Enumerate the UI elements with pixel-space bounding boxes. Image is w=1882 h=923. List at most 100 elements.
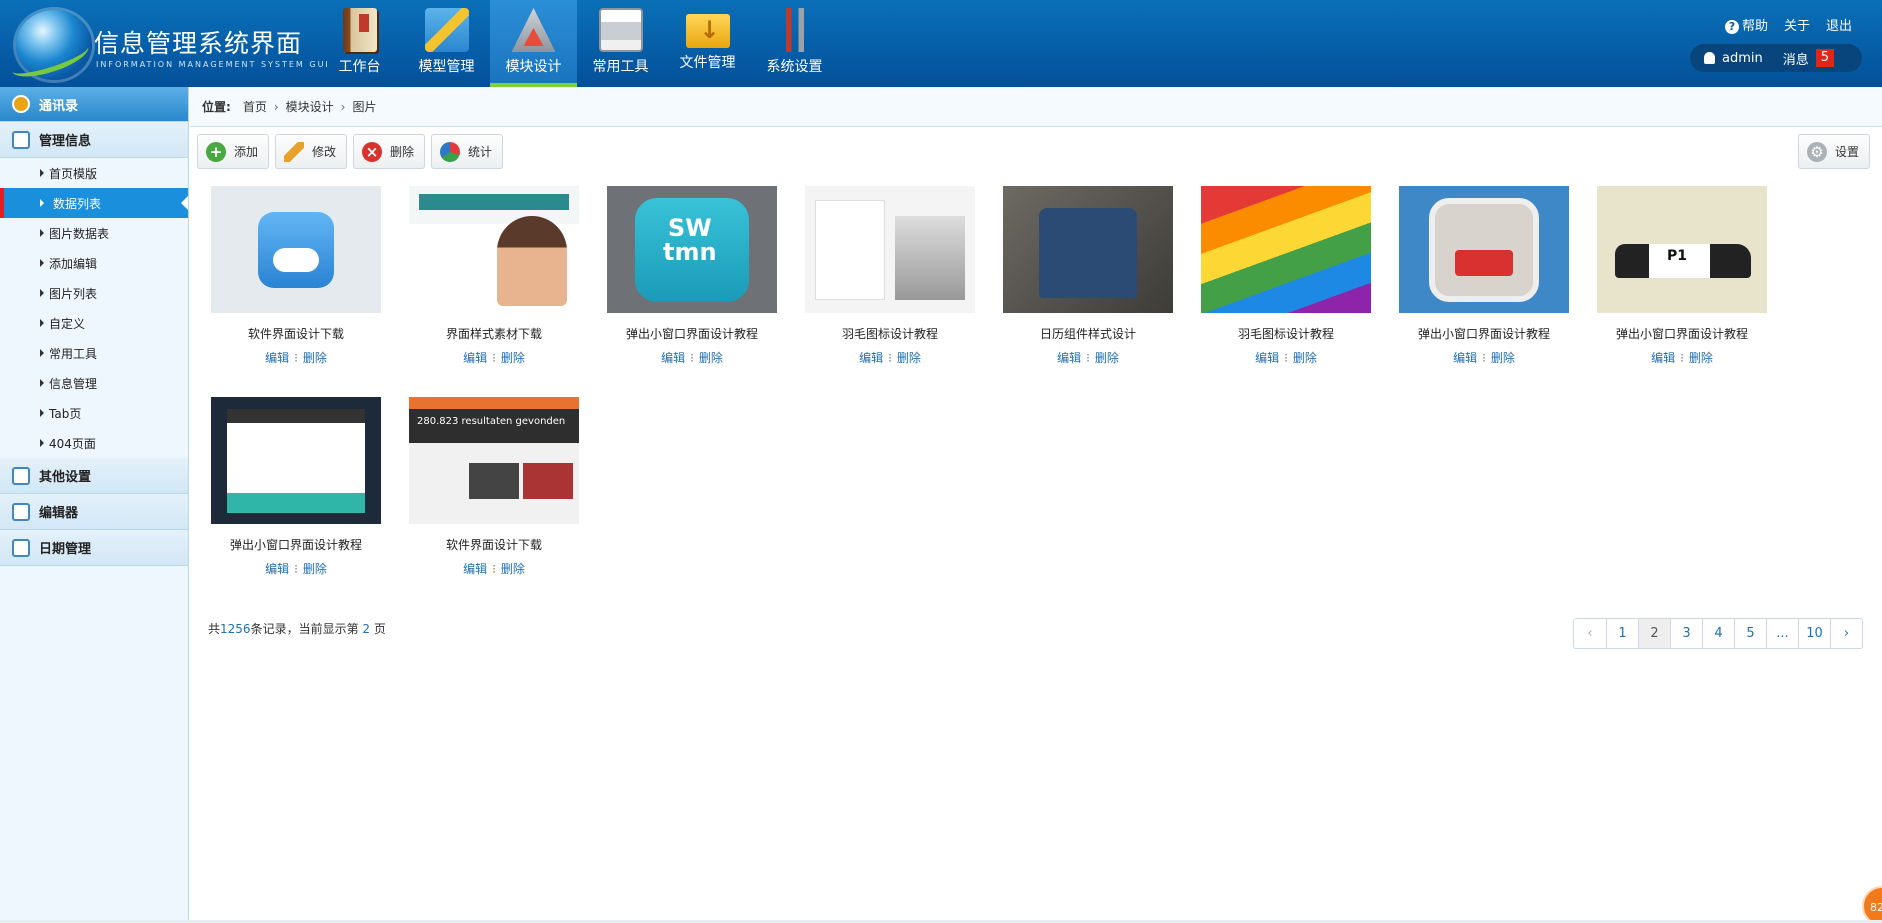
nav-model-management[interactable]: 模型管理 [403, 0, 490, 87]
edit-link[interactable]: 编辑 [265, 562, 289, 576]
settings-button[interactable]: ⚙ 设置 [1798, 134, 1871, 169]
prev-page-button[interactable]: ‹ [1574, 619, 1606, 648]
item-caption: 弹出小窗口界面设计教程 [229, 538, 362, 552]
thumbnail-app-screens[interactable] [805, 186, 975, 313]
nav-file-management[interactable]: 文件管理 [664, 0, 751, 87]
page-5[interactable]: 5 [1734, 619, 1766, 648]
gallery-item: 弹出小窗口界面设计教程 编辑 ⁝ 删除 [1399, 186, 1569, 397]
edit-link[interactable]: 编辑 [1651, 351, 1675, 365]
image-gallery: 软件界面设计下载 编辑 ⁝ 删除 界面样式素材下载 编辑 ⁝ 删除 SW tmn 弹出小窗… [211, 186, 1811, 608]
nav-workbench[interactable]: 工作台 [316, 0, 403, 87]
help-link[interactable]: ? 帮助 [1724, 15, 1768, 34]
sidebar-section-management[interactable]: 管理信息 [0, 122, 188, 158]
sidebar-item-image-list[interactable]: 图片列表 [0, 278, 188, 308]
sidebar-item-info-management[interactable]: 信息管理 [0, 368, 188, 398]
delete-link[interactable]: 删除 [897, 351, 921, 365]
page-1[interactable]: 1 [1606, 619, 1638, 648]
section-label: 通讯录 [39, 98, 79, 114]
edit-link[interactable]: 编辑 [661, 351, 685, 365]
edit-link[interactable]: 编辑 [859, 351, 883, 365]
edit-button[interactable]: 修改 [275, 134, 348, 169]
delete-button[interactable]: × 删除 [353, 134, 426, 169]
pig-snout [273, 248, 319, 272]
nav-common-tools[interactable]: 常用工具 [577, 0, 664, 87]
toolbar: + 添加 修改 × 删除 统计 [197, 134, 504, 169]
section-label: 管理信息 [39, 134, 92, 149]
corner-badge[interactable]: 82 [1862, 886, 1882, 923]
page-10[interactable]: 10 [1798, 619, 1830, 648]
add-button[interactable]: + 添加 [197, 134, 270, 169]
message-count-badge[interactable]: 5 [1815, 49, 1835, 67]
username[interactable]: admin [1722, 51, 1763, 66]
thumbnail-sw-app-icon[interactable]: SW tmn [607, 186, 777, 313]
thumbnail-search-results[interactable]: 280.823 resultaten gevonden [409, 397, 579, 524]
app-title: 信息管理系统界面 [94, 29, 303, 58]
delete-link[interactable]: 删除 [303, 562, 327, 576]
next-page-button[interactable]: › [1830, 619, 1862, 648]
thumbnail-police-car[interactable]: P1 [1597, 186, 1767, 313]
edit-link[interactable]: 编辑 [1057, 351, 1081, 365]
sidebar-item-custom[interactable]: 自定义 [0, 308, 188, 338]
breadcrumb-home[interactable]: 首页 [243, 98, 267, 115]
sidebar-item-404-page[interactable]: 404页面 [0, 428, 188, 458]
sidebar-item-common-tools[interactable]: 常用工具 [0, 338, 188, 368]
chevron-circle-icon [12, 95, 30, 113]
thumbnail-website[interactable] [409, 186, 579, 313]
sidebar-item-label: 图片列表 [49, 286, 98, 301]
sidebar-section-contacts[interactable]: 通讯录 [0, 87, 188, 122]
sidebar-item-data-list[interactable]: 数据列表 [0, 188, 188, 218]
sidebar-item-image-table[interactable]: 图片数据表 [0, 218, 188, 248]
thumbnail-dashboard[interactable] [211, 397, 381, 524]
about-link[interactable]: 关于 [1784, 15, 1810, 34]
summary-suffix: 页 [370, 622, 386, 636]
delete-link[interactable]: 删除 [699, 351, 723, 365]
page-3[interactable]: 3 [1670, 619, 1702, 648]
delete-link[interactable]: 删除 [501, 562, 525, 576]
gallery-item: 界面样式素材下载 编辑 ⁝ 删除 [409, 186, 579, 397]
sidebar-section-editor[interactable]: 编辑器 [0, 494, 188, 530]
sidebar-item-add-edit[interactable]: 添加编辑 [0, 248, 188, 278]
edit-link[interactable]: 编辑 [1255, 351, 1279, 365]
logo: 信息管理系统界面 INFORMATION MANAGEMENT SYSTEM G… [7, 6, 328, 84]
gallery-item: 280.823 resultaten gevonden 软件界面设计下载 编辑 ⁝… [409, 397, 579, 608]
page-4[interactable]: 4 [1702, 619, 1734, 648]
thumbnail-rainbow-towels[interactable] [1201, 186, 1371, 313]
messages-link[interactable]: 消息 [1783, 49, 1809, 68]
edit-link[interactable]: 编辑 [265, 351, 289, 365]
gallery-item: P1 弹出小窗口界面设计教程 编辑 ⁝ 删除 [1597, 186, 1767, 397]
thumbnail-shorts[interactable] [1003, 186, 1173, 313]
portrait [497, 216, 567, 306]
item-caption: 弹出小窗口界面设计教程 [625, 327, 758, 341]
tools-icon [772, 8, 817, 52]
thumbnail-pig-app-icon[interactable] [211, 186, 381, 313]
item-caption: 界面样式素材下载 [445, 327, 542, 341]
sidebar-section-other-settings[interactable]: 其他设置 [0, 458, 188, 494]
delete-link[interactable]: 删除 [501, 351, 525, 365]
delete-link[interactable]: 删除 [1293, 351, 1317, 365]
gear-icon: ⚙ [1807, 141, 1827, 162]
delete-link[interactable]: 删除 [303, 351, 327, 365]
breadcrumb-module-design[interactable]: 模块设计 [286, 98, 334, 115]
logout-link[interactable]: 退出 [1826, 15, 1852, 34]
screen-bar [227, 409, 365, 423]
sidebar-section-date-management[interactable]: 日期管理 [0, 530, 188, 566]
delete-link[interactable]: 删除 [1491, 351, 1515, 365]
sidebar-item-label: 自定义 [49, 316, 86, 331]
delete-link[interactable]: 删除 [1689, 351, 1713, 365]
edit-link[interactable]: 编辑 [463, 351, 487, 365]
book-icon [342, 8, 377, 52]
edit-link[interactable]: 编辑 [463, 562, 487, 576]
sidebar-item-home-template[interactable]: 首页模版 [0, 158, 188, 188]
stats-button[interactable]: 统计 [431, 134, 504, 169]
room-photo [895, 216, 965, 300]
edit-link[interactable]: 编辑 [1453, 351, 1477, 365]
sidebar-item-tab-page[interactable]: Tab页 [0, 398, 188, 428]
delete-link[interactable]: 删除 [1095, 351, 1119, 365]
nav-module-design[interactable]: 模块设计 [490, 0, 577, 87]
printer-icon [598, 8, 643, 52]
page-2[interactable]: 2 [1638, 619, 1670, 648]
settings-label: 设置 [1835, 145, 1860, 159]
thumbnail-room-icon[interactable] [1399, 186, 1569, 313]
sidebar-item-label: 常用工具 [49, 346, 98, 361]
nav-system-settings[interactable]: 系统设置 [751, 0, 838, 87]
